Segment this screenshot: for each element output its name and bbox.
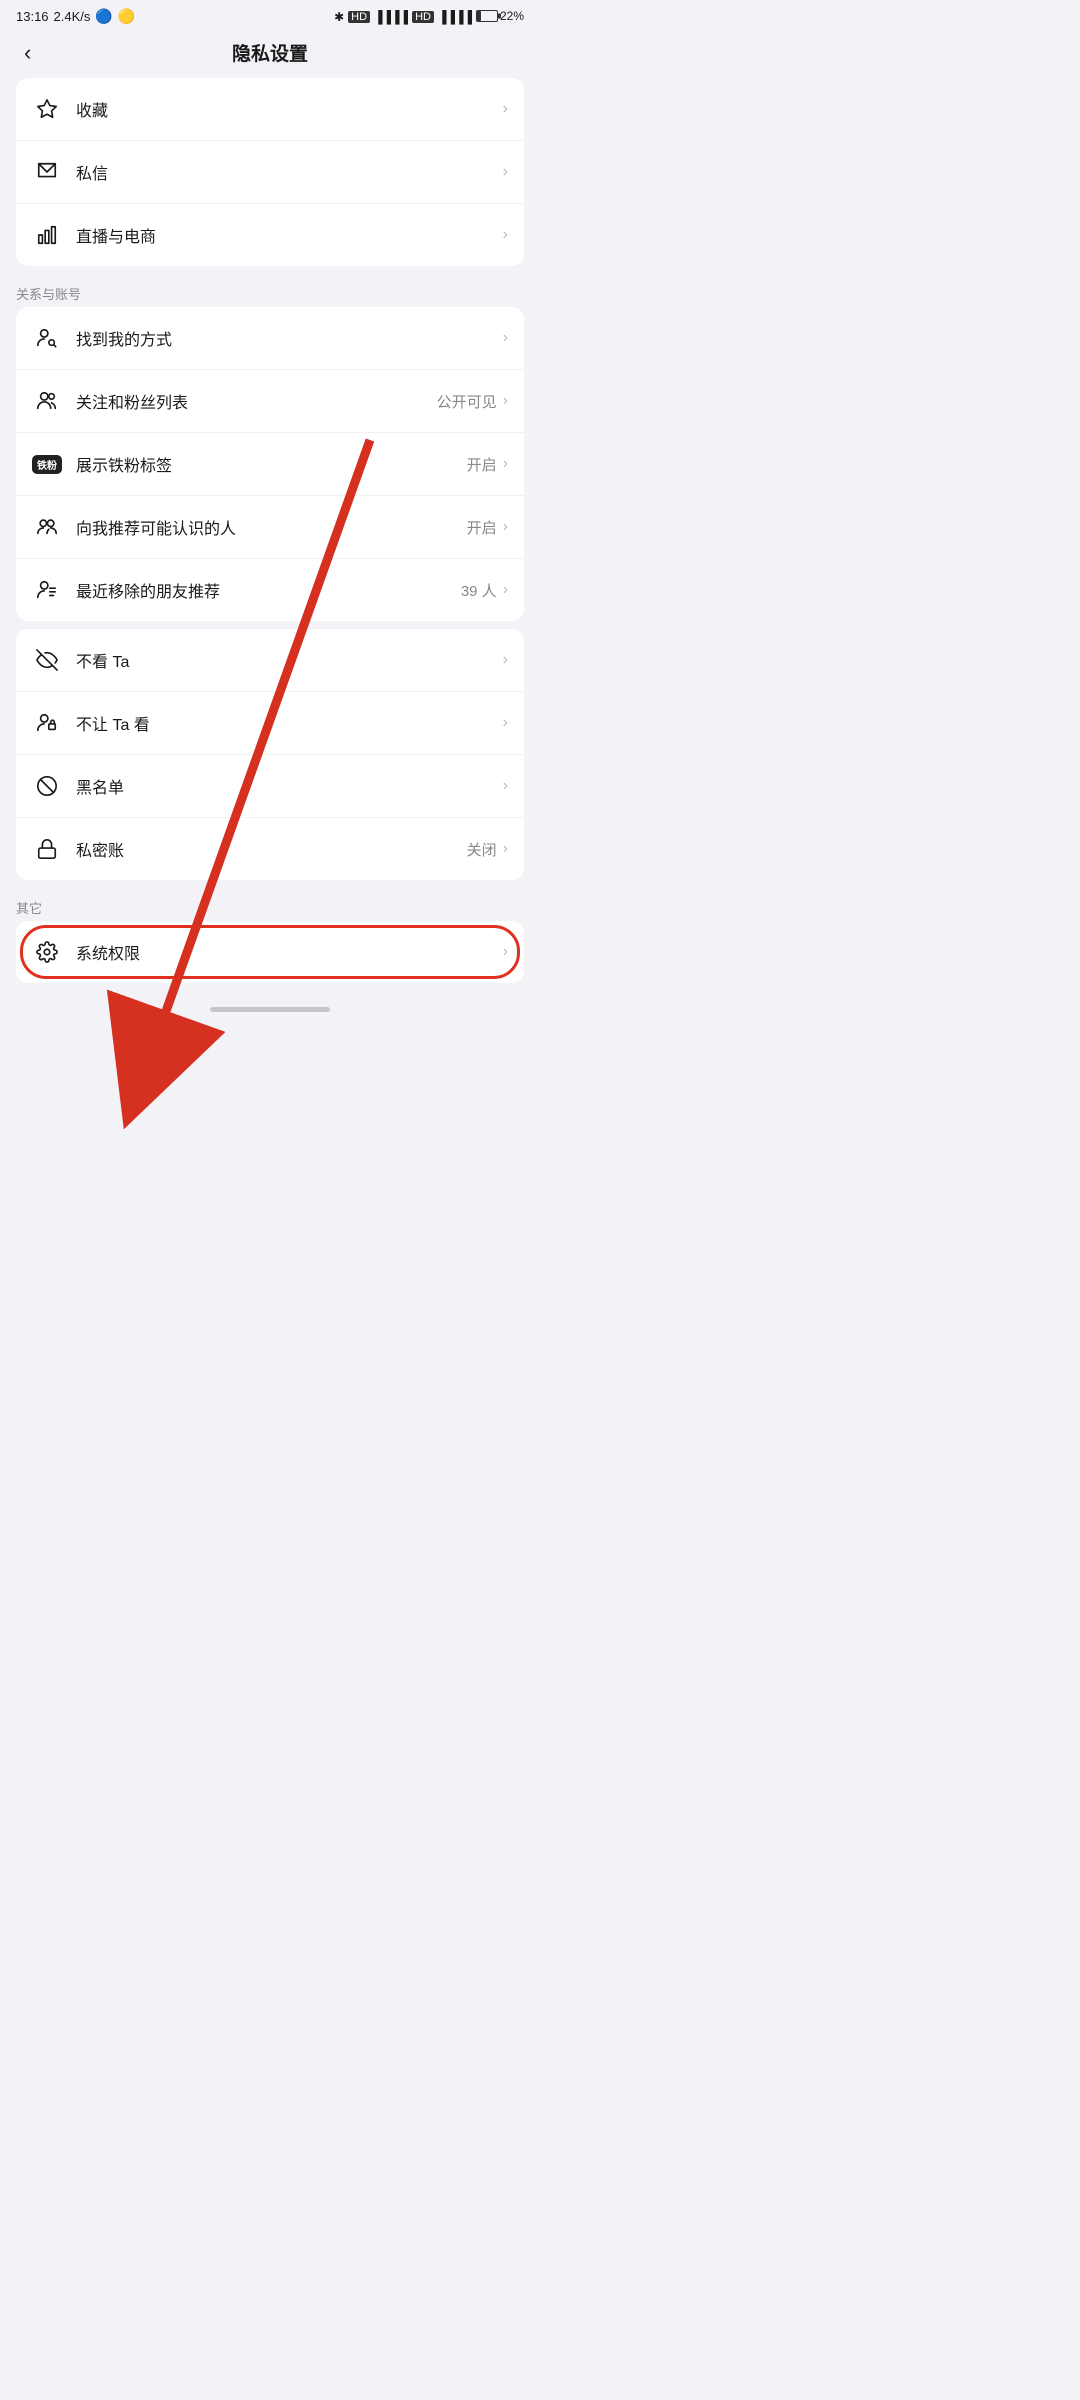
chevron-recommend: › [503, 518, 508, 536]
list-item-private[interactable]: 私密账 关闭 › [16, 818, 524, 880]
item-text-recommend: 向我推荐可能认识的人 [76, 515, 467, 539]
list-item-not-let-see[interactable]: 不让 Ta 看 › [16, 692, 524, 755]
block-icon [32, 771, 62, 801]
chart-icon [32, 220, 62, 250]
home-indicator [0, 999, 540, 1016]
chevron-blacklist: › [503, 777, 508, 795]
item-text-messages: 私信 [76, 160, 503, 184]
list-item-recommend[interactable]: 向我推荐可能认识的人 开启 › [16, 496, 524, 559]
chevron-permissions: › [503, 943, 508, 961]
person-connect-icon [32, 512, 62, 542]
app-icon-2: 🟡 [118, 8, 135, 25]
chevron-favorites: › [503, 100, 508, 118]
time: 13:16 [16, 9, 49, 24]
person-search-icon [32, 323, 62, 353]
item-text-follow-fans: 关注和粉丝列表 [76, 389, 437, 413]
section-relationship: 找到我的方式 › 关注和粉丝列表 公开可见 › 铁粉 展示铁粉标签 开启 › 向… [16, 307, 524, 621]
section-block: 不看 Ta › 不让 Ta 看 › 黑名单 › 私密账 关闭 › [16, 629, 524, 880]
battery-label: 22% [476, 9, 524, 25]
chevron-removed: › [503, 581, 508, 599]
item-text-permissions: 系统权限 [76, 940, 503, 964]
item-text-not-see: 不看 Ta [76, 648, 503, 672]
lock-icon [32, 834, 62, 864]
app-icon-1: 🔵 [95, 8, 112, 25]
eye-off-icon [32, 645, 62, 675]
hd-label-2: HD [412, 11, 434, 23]
star-icon [32, 94, 62, 124]
chevron-follow-fans: › [503, 392, 508, 410]
value-recommend: 开启 [467, 517, 497, 538]
item-text-not-let-see: 不让 Ta 看 [76, 711, 503, 735]
list-item-permissions[interactable]: 系统权限 › [16, 921, 524, 983]
chevron-messages: › [503, 163, 508, 181]
list-item-iron-fan[interactable]: 铁粉 展示铁粉标签 开启 › [16, 433, 524, 496]
chevron-not-see: › [503, 651, 508, 669]
section-content: 收藏 › 私信 › 直播与电商 › [16, 78, 524, 266]
signal-1: ▐▐▐▐ [374, 10, 408, 24]
list-item-not-see[interactable]: 不看 Ta › [16, 629, 524, 692]
chevron-find-me: › [503, 329, 508, 347]
chevron-not-let-see: › [503, 714, 508, 732]
section-label-other: 其它 [0, 888, 540, 921]
message-icon [32, 157, 62, 187]
item-text-blacklist: 黑名单 [76, 774, 503, 798]
section-other: 系统权限 › [16, 921, 524, 983]
status-bar: 13:16 2.4K/s 🔵 🟡 ✱ HD ▐▐▐▐ HD ▐▐▐▐ 22% [0, 0, 540, 29]
speed: 2.4K/s [54, 9, 91, 24]
bluetooth-icon: ✱ [334, 10, 344, 24]
item-text-live: 直播与电商 [76, 223, 503, 247]
list-item-blacklist[interactable]: 黑名单 › [16, 755, 524, 818]
page-title: 隐私设置 [232, 39, 308, 66]
item-text-removed: 最近移除的朋友推荐 [76, 578, 461, 602]
nav-bar: ‹ 隐私设置 [0, 29, 540, 78]
list-item-messages[interactable]: 私信 › [16, 141, 524, 204]
list-item-favorites[interactable]: 收藏 › [16, 78, 524, 141]
badge-icon: 铁粉 [32, 449, 62, 479]
item-text-favorites: 收藏 [76, 97, 503, 121]
value-removed: 39 人 [461, 580, 497, 601]
list-item-find-me[interactable]: 找到我的方式 › [16, 307, 524, 370]
list-item-removed[interactable]: 最近移除的朋友推荐 39 人 › [16, 559, 524, 621]
back-button[interactable]: ‹ [16, 36, 39, 70]
value-private: 关闭 [467, 839, 497, 860]
chevron-live: › [503, 226, 508, 244]
list-item-live[interactable]: 直播与电商 › [16, 204, 524, 266]
item-text-iron-fan: 展示铁粉标签 [76, 452, 467, 476]
section-label-relationship: 关系与账号 [0, 274, 540, 307]
chevron-private: › [503, 840, 508, 858]
value-follow-fans: 公开可见 [437, 391, 497, 412]
list-item-follow-fans[interactable]: 关注和粉丝列表 公开可见 › [16, 370, 524, 433]
hd-label-1: HD [348, 11, 370, 23]
item-text-private: 私密账 [76, 837, 467, 861]
person-lock-icon [32, 708, 62, 738]
item-text-find-me: 找到我的方式 [76, 326, 503, 350]
value-iron-fan: 开启 [467, 454, 497, 475]
persons-icon [32, 386, 62, 416]
remove-list-icon [32, 575, 62, 605]
chevron-iron-fan: › [503, 455, 508, 473]
signal-2: ▐▐▐▐ [438, 10, 472, 24]
shield-gear-icon [32, 937, 62, 967]
